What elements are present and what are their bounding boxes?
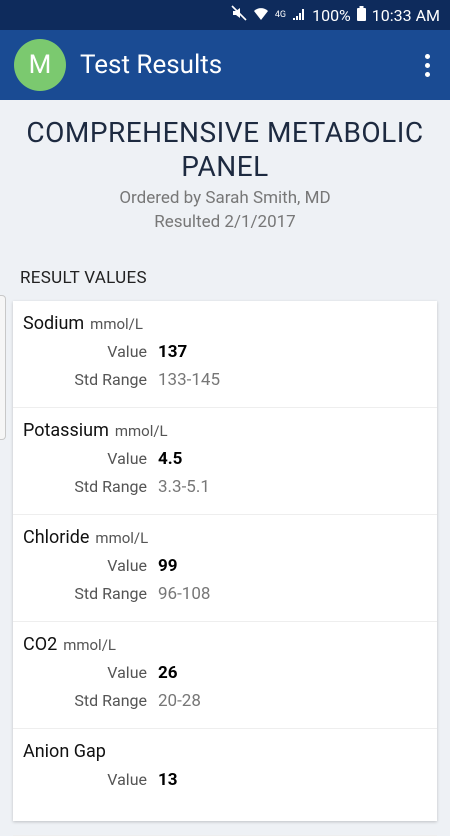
result-unit: mmol/L (95, 529, 149, 547)
result-value: 26 (158, 663, 178, 683)
value-label: Value (107, 663, 147, 682)
result-unit: mmol/L (90, 315, 143, 333)
wifi-icon (253, 6, 269, 25)
range-label: Std Range (74, 477, 147, 496)
result-item-anion-gap: Anion Gap Value 13 (13, 729, 437, 836)
result-value: 13 (158, 770, 178, 790)
range-label: Std Range (74, 584, 147, 603)
range-label: Std Range (74, 691, 147, 710)
app-bar: M Test Results (0, 30, 450, 100)
value-label: Value (107, 556, 147, 575)
result-item-chloride: Chloride mmol/L Value 99 Std Range 96-108 (13, 515, 437, 622)
result-range: 3.3-5.1 (158, 477, 210, 497)
result-name: CO2 (23, 634, 58, 655)
overflow-menu-icon[interactable] (419, 48, 436, 83)
signal-icon (292, 6, 306, 25)
avatar[interactable]: M (14, 39, 66, 91)
network-type-label: 4G (274, 10, 287, 20)
value-label: Value (107, 449, 147, 468)
result-unit: mmol/L (114, 422, 168, 440)
result-name: Chloride (23, 527, 90, 548)
ordered-by: Ordered by Sarah Smith, MD (119, 188, 331, 208)
result-range: 133-145 (158, 370, 221, 390)
mute-icon (231, 5, 247, 25)
value-label: Value (107, 770, 147, 789)
drawer-handle[interactable] (0, 295, 6, 440)
clock: 10:33 AM (371, 5, 440, 25)
panel-header: COMPREHENSIVE METABOLIC PANEL Ordered by… (0, 100, 450, 232)
result-name: Sodium (23, 313, 85, 334)
result-range: 96-108 (158, 584, 211, 604)
result-value: 99 (158, 556, 178, 576)
value-label: Value (107, 342, 147, 361)
result-item-potassium: Potassium mmol/L Value 4.5 Std Range 3.3-5… (13, 408, 437, 515)
result-unit: mmol/L (63, 636, 116, 654)
status-bar: 4G 100% 10:33 AM (0, 0, 450, 30)
battery-icon (356, 5, 366, 25)
resulted-date: Resulted 2/1/2017 (154, 212, 296, 232)
panel-title: COMPREHENSIVE METABOLIC PANEL (26, 116, 424, 183)
page-title: Test Results (80, 50, 223, 80)
result-value: 137 (158, 342, 188, 362)
result-range: 20-28 (158, 691, 201, 711)
range-label: Std Range (74, 370, 147, 389)
section-label: RESULT VALUES (20, 268, 147, 288)
avatar-letter: M (28, 50, 52, 80)
result-name: Anion Gap (23, 741, 106, 762)
result-value: 4.5 (158, 449, 183, 469)
battery-percent: 100% (312, 5, 351, 25)
results-card: Sodium mmol/L Value 137 Std Range 133-145 … (13, 301, 437, 836)
result-item-sodium: Sodium mmol/L Value 137 Std Range 133-145 (13, 301, 437, 408)
result-name: Potassium (23, 420, 109, 441)
result-item-co2: CO2 mmol/L Value 26 Std Range 20-28 (13, 622, 437, 729)
